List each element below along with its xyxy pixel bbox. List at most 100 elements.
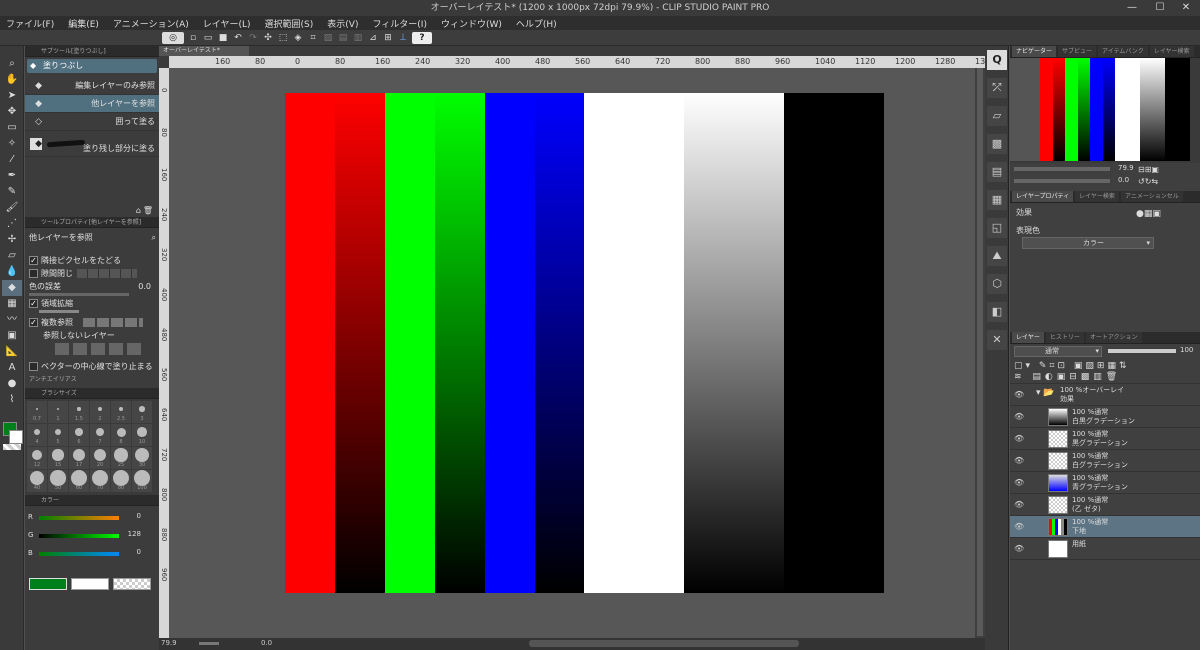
search-icon[interactable]: Q bbox=[987, 50, 1007, 70]
eraser-tool-icon[interactable]: ▱ bbox=[2, 248, 22, 264]
subtool-item[interactable]: ◇ 囲って塗る bbox=[25, 113, 159, 131]
multi-refer-checkbox[interactable]: ✓ bbox=[29, 318, 38, 327]
snap-special-icon[interactable]: ⊥ bbox=[397, 32, 409, 44]
balloon-tool-icon[interactable]: ● bbox=[2, 376, 22, 392]
snap-grid-icon[interactable]: ⊞ bbox=[382, 32, 394, 44]
sub-color-chip[interactable] bbox=[71, 578, 109, 590]
tab-subview[interactable]: サブビュー bbox=[1058, 46, 1097, 57]
tab-layer-property[interactable]: レイヤープロパティ bbox=[1012, 191, 1074, 202]
brush-size-preset[interactable]: 30 bbox=[132, 447, 152, 469]
zoom-tool-icon[interactable]: ⌕ bbox=[2, 56, 22, 72]
folder-icon[interactable]: ▾ 📂 bbox=[1036, 388, 1055, 398]
layer-row[interactable]: 👁 用紙 bbox=[1010, 538, 1200, 560]
brush-size-preset[interactable]: 1.5 bbox=[69, 401, 89, 423]
tool-settings-search-icon[interactable]: ⌕ bbox=[152, 228, 156, 248]
deselect-icon[interactable]: ⬚ bbox=[277, 32, 289, 44]
undo-icon[interactable]: ↶ bbox=[232, 32, 244, 44]
rotate-icon[interactable]: ↺↻⇆ bbox=[1138, 177, 1158, 186]
save-icon[interactable]: ■ bbox=[217, 32, 229, 44]
tab-animation-cel[interactable]: アニメーションセル bbox=[1120, 191, 1183, 202]
follow-adjacent-row[interactable]: ✓ 隣接ピクセルをたどる bbox=[25, 254, 159, 267]
layer-row[interactable]: 👁 100 %通常 黒グラデーション bbox=[1010, 428, 1200, 450]
color-margin-value[interactable]: 0.0 bbox=[138, 280, 151, 293]
maximize-button[interactable]: ☐ bbox=[1146, 0, 1174, 16]
area-scaling-checkbox[interactable]: ✓ bbox=[29, 299, 38, 308]
layer-action-icons[interactable]: ≋ ▤◐▣⊟▩▥🗑 bbox=[1014, 372, 1121, 382]
auto-select-tool-icon[interactable]: ✧ bbox=[2, 136, 22, 152]
layer-row[interactable]: 👁 100 %通常 青グラデーション bbox=[1010, 472, 1200, 494]
brush-size-preset[interactable]: 17 bbox=[69, 447, 89, 469]
brush-size-preset[interactable]: 4 bbox=[27, 424, 47, 446]
status-zoom-value[interactable]: 79.9 bbox=[161, 639, 177, 647]
transparent-color-swatch[interactable] bbox=[3, 444, 21, 450]
eyedropper-tool-icon[interactable]: ⁄ bbox=[2, 152, 22, 168]
opacity-slider[interactable] bbox=[1108, 349, 1176, 353]
multi-refer-row[interactable]: ✓ 複数参照 bbox=[25, 316, 159, 329]
brush-size-preset[interactable]: 0.7 bbox=[27, 401, 47, 423]
vector-center-checkbox[interactable] bbox=[29, 362, 38, 371]
material-pattern-icon[interactable]: ▱ bbox=[987, 106, 1007, 126]
subtool-trash-icon[interactable]: 🗑 bbox=[143, 206, 153, 215]
line-correction-tool-icon[interactable]: ⌇ bbox=[2, 392, 22, 408]
redo-icon[interactable]: ↷ bbox=[247, 32, 259, 44]
express-color-select[interactable]: カラー ▾ bbox=[1022, 237, 1154, 249]
layer-row[interactable]: 👁 100 %通常 (乙 ゼタ) bbox=[1010, 494, 1200, 516]
trim-icon[interactable]: ▤ bbox=[337, 32, 349, 44]
minimize-button[interactable]: — bbox=[1118, 0, 1146, 16]
brush-size-preset[interactable]: 2 bbox=[90, 401, 110, 423]
refer-layer-type-buttons[interactable] bbox=[55, 343, 145, 355]
tab-item-bank[interactable]: アイテムバンク bbox=[1098, 46, 1148, 57]
layer-row[interactable]: 👁 100 %通常 下地 bbox=[1010, 516, 1200, 538]
brush-size-preset[interactable]: 3 bbox=[132, 401, 152, 423]
menu-window[interactable]: ウィンドウ(W) bbox=[441, 17, 502, 30]
ruler-tool-icon[interactable]: 📐 bbox=[2, 344, 22, 360]
material-3d-icon[interactable]: ◱ bbox=[987, 218, 1007, 238]
close-gap-checkbox[interactable] bbox=[29, 269, 38, 278]
brush-size-preset[interactable]: 6 bbox=[69, 424, 89, 446]
material-tone-icon[interactable]: ▩ bbox=[987, 134, 1007, 154]
subtool-group-tab[interactable]: ◆ 塗りつぶし bbox=[27, 59, 157, 73]
blue-value[interactable]: 0 bbox=[137, 548, 141, 556]
gap-size-buttons[interactable] bbox=[77, 269, 137, 278]
visibility-eye-icon[interactable]: 👁 bbox=[1014, 434, 1024, 443]
menu-animation[interactable]: アニメーション(A) bbox=[113, 17, 189, 30]
subtool-item[interactable]: ◆ 塗り残し部分に塗る bbox=[25, 131, 159, 157]
status-angle-value[interactable]: 0.0 bbox=[261, 639, 272, 647]
clear-icon[interactable]: ▨ bbox=[322, 32, 334, 44]
subtool-folder-icon[interactable]: ⌂ bbox=[136, 206, 141, 215]
green-value[interactable]: 128 bbox=[128, 530, 141, 538]
brush-size-preset[interactable]: 70 bbox=[90, 470, 110, 492]
menu-filter[interactable]: フィルター(I) bbox=[372, 17, 427, 30]
refer-mode-buttons[interactable] bbox=[83, 318, 143, 327]
brush-size-preset[interactable]: 50 bbox=[48, 470, 68, 492]
menu-view[interactable]: 表示(V) bbox=[327, 17, 358, 30]
tab-navigator[interactable]: ナビゲーター bbox=[1012, 46, 1057, 57]
menu-layer[interactable]: レイヤー(L) bbox=[203, 17, 251, 30]
brush-size-preset[interactable]: 25 bbox=[111, 447, 131, 469]
hand-tool-icon[interactable]: ✋ bbox=[2, 72, 22, 88]
opacity-value[interactable]: 100 bbox=[1180, 346, 1193, 354]
menu-help[interactable]: ヘルプ(H) bbox=[516, 17, 557, 30]
sub-color-swatch[interactable] bbox=[9, 430, 23, 444]
blend-tool-icon[interactable]: 💧 bbox=[2, 264, 22, 280]
material-manga-icon[interactable]: ▤ bbox=[987, 162, 1007, 182]
transform-icon[interactable]: ✣ bbox=[262, 32, 274, 44]
vertical-scroll-thumb[interactable] bbox=[977, 68, 983, 636]
brush-size-preset[interactable]: 60 bbox=[69, 470, 89, 492]
brush-size-preset[interactable]: 80 bbox=[111, 470, 131, 492]
layer-row[interactable]: 👁 ▾ 📂 100 %オーバーレイ 効果 bbox=[1010, 384, 1200, 406]
main-color-chip[interactable] bbox=[29, 578, 67, 590]
vector-center-row[interactable]: ベクターの中心線で塗り止まる bbox=[25, 360, 159, 373]
layer-row[interactable]: 👁 100 %通常 白グラデーション bbox=[1010, 450, 1200, 472]
close-gap-row[interactable]: 隙間閉じ bbox=[25, 267, 159, 280]
new-file-icon[interactable]: ▫ bbox=[187, 32, 199, 44]
figure-tool-icon[interactable]: 〰 bbox=[2, 312, 22, 328]
close-button[interactable]: ✕ bbox=[1172, 0, 1200, 16]
document-tab[interactable]: オーバーレイテスト* bbox=[159, 46, 249, 56]
menu-edit[interactable]: 編集(E) bbox=[68, 17, 99, 30]
visibility-eye-icon[interactable]: 👁 bbox=[1014, 456, 1024, 465]
brush-size-preset[interactable]: 12 bbox=[27, 447, 47, 469]
red-slider[interactable] bbox=[39, 516, 119, 520]
frame-tool-icon[interactable]: ▣ bbox=[2, 328, 22, 344]
brush-tool-icon[interactable]: 🖌 bbox=[2, 200, 22, 216]
